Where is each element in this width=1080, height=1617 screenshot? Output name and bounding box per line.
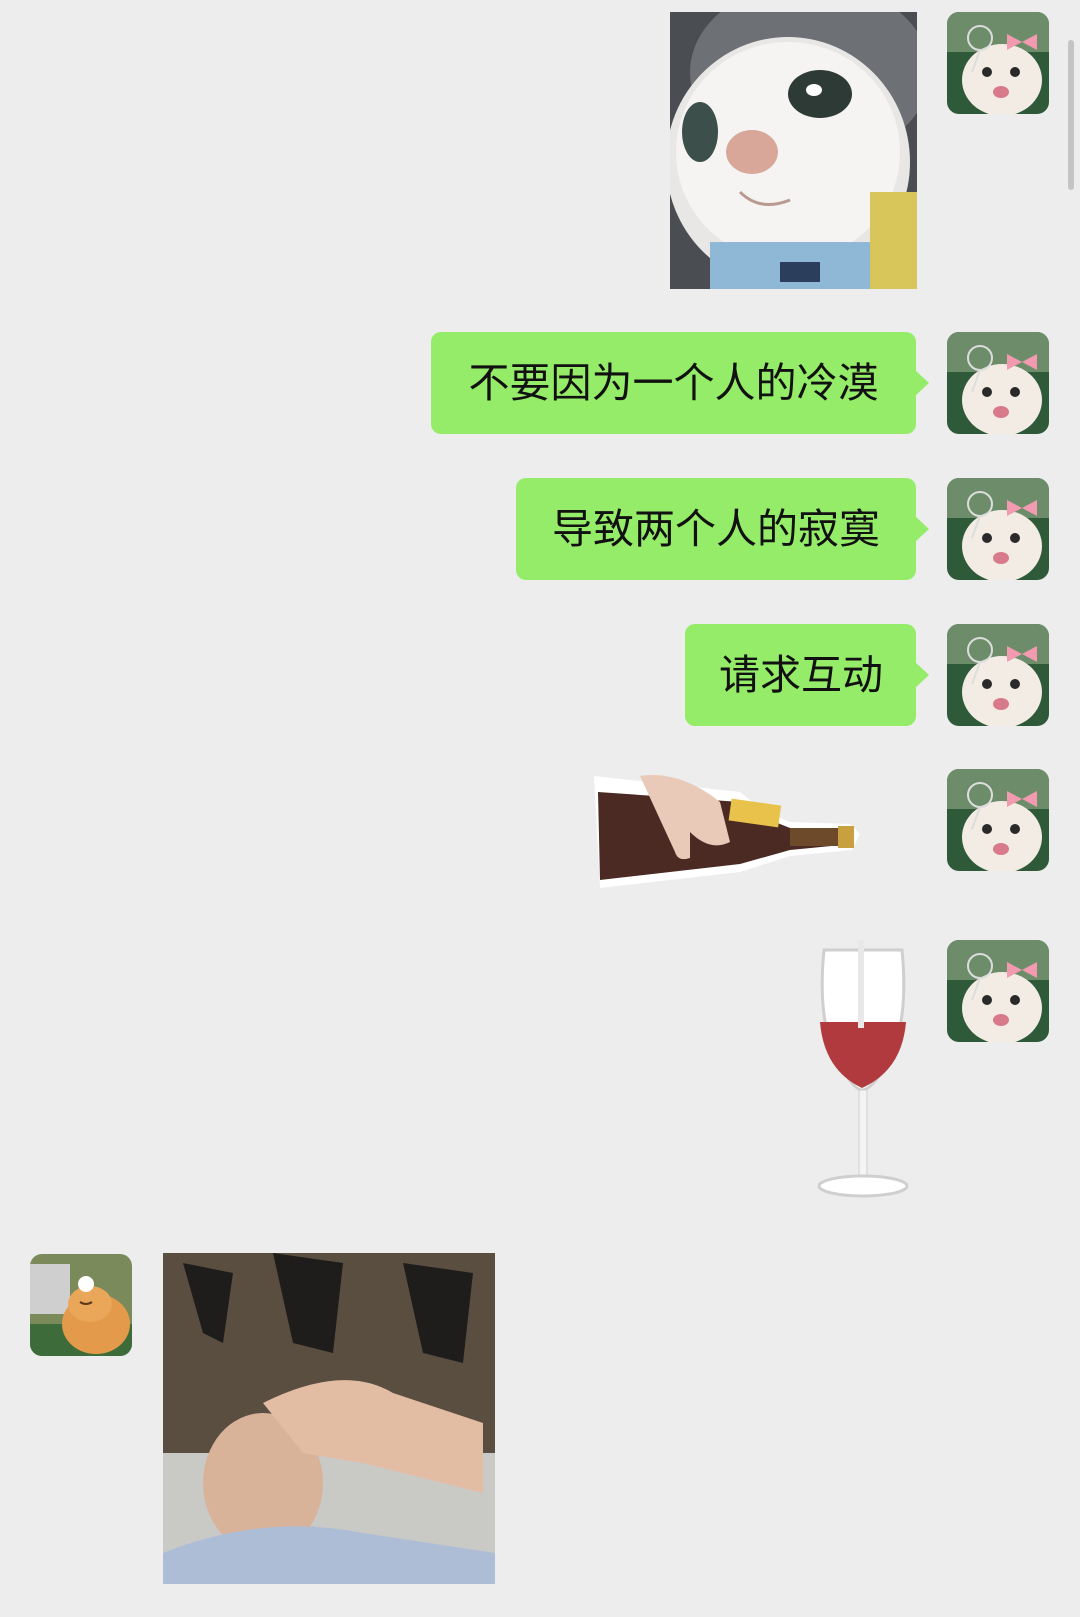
self-avatar[interactable] [947, 769, 1049, 871]
message-text: 请求互动 [719, 651, 883, 699]
sticker-man-drinking-photo[interactable] [163, 1253, 495, 1584]
sticker-wine-glass-filling[interactable] [812, 940, 914, 1202]
message-bubble[interactable]: 不要因为一个人的冷漠 [431, 332, 929, 434]
self-avatar[interactable] [947, 940, 1049, 1042]
self-avatar[interactable] [947, 12, 1049, 114]
sticker-white-cat-closeup[interactable] [670, 12, 917, 289]
self-avatar[interactable] [947, 624, 1049, 726]
message-bubble[interactable]: 请求互动 [685, 624, 929, 726]
self-avatar[interactable] [947, 332, 1049, 434]
message-bubble[interactable]: 导致两个人的寂寞 [516, 478, 929, 580]
message-text: 不要因为一个人的冷漠 [468, 359, 879, 407]
sticker-wine-bottle-pouring[interactable] [590, 772, 872, 892]
other-avatar[interactable] [30, 1254, 132, 1356]
self-avatar[interactable] [947, 478, 1049, 580]
message-text: 导致两个人的寂寞 [552, 505, 880, 553]
scrollbar[interactable] [1068, 40, 1074, 190]
